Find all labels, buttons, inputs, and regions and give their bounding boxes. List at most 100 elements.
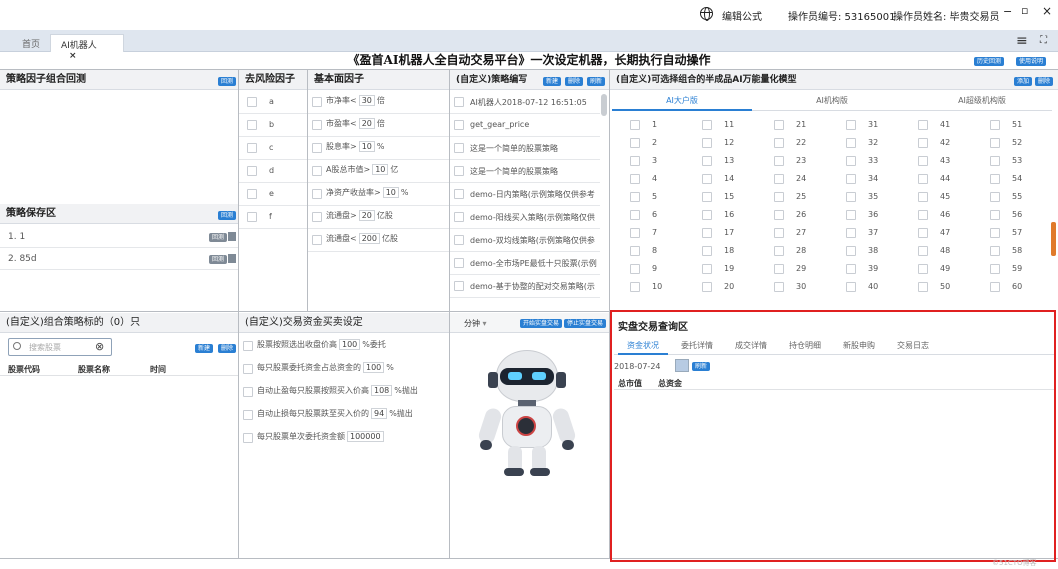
trade-setting-item[interactable]: 每只股票单次委托资金额 100000 — [239, 428, 449, 449]
model-checkbox[interactable] — [630, 282, 640, 292]
fundamental-factor-item[interactable]: A股总市值> 10 亿 — [308, 160, 449, 183]
model-checkbox[interactable] — [774, 192, 784, 202]
checkbox[interactable] — [247, 143, 257, 153]
restore-icon[interactable]: ▫ — [1021, 4, 1028, 17]
model-checkbox[interactable] — [702, 120, 712, 130]
model-checkbox[interactable] — [630, 156, 640, 166]
model-checkbox[interactable] — [774, 264, 784, 274]
risk-factor-item[interactable]: f — [239, 206, 307, 229]
model-checkbox[interactable] — [846, 156, 856, 166]
model-checkbox[interactable] — [918, 192, 928, 202]
model-checkbox[interactable] — [918, 174, 928, 184]
checkbox[interactable] — [312, 212, 322, 222]
calendar-icon[interactable] — [675, 359, 689, 372]
model-checkbox[interactable] — [990, 246, 1000, 256]
fundamental-factor-item[interactable]: 净资产收益率> 10% — [308, 183, 449, 206]
model-checkbox[interactable] — [702, 282, 712, 292]
checkbox[interactable] — [454, 143, 464, 153]
checkbox[interactable] — [312, 189, 322, 199]
strategy-item[interactable]: demo-基于协整的配对交易策略(示 — [450, 275, 600, 298]
tab-ai-robot[interactable]: AI机器人 × — [50, 34, 124, 61]
trade-value-input[interactable]: 100000 — [347, 431, 384, 442]
edit-formula-link[interactable]: 编辑公式 — [722, 8, 762, 23]
checkbox[interactable] — [312, 97, 322, 107]
model-checkbox[interactable] — [630, 228, 640, 238]
factor-value-input[interactable]: 10 — [372, 164, 389, 175]
fullscreen-icon[interactable]: ⛶ — [1040, 35, 1047, 46]
model-checkbox[interactable] — [846, 192, 856, 202]
strategy-item[interactable]: demo-双均线策略(示例策略仅供参 — [450, 229, 600, 252]
interval-select[interactable]: 分钟 ▾ — [464, 318, 487, 329]
model-checkbox[interactable] — [918, 120, 928, 130]
model-checkbox[interactable] — [990, 228, 1000, 238]
refresh-strategy-button[interactable]: 刷新 — [587, 76, 606, 86]
model-checkbox[interactable] — [846, 246, 856, 256]
delete-target-button[interactable]: 删除 — [218, 343, 237, 353]
factor-value-input[interactable]: 10 — [358, 141, 375, 152]
factor-value-input[interactable]: 10 — [382, 187, 399, 198]
model-checkbox[interactable] — [774, 210, 784, 220]
model-checkbox[interactable] — [702, 246, 712, 256]
fundamental-factor-item[interactable]: 流通盘> 20 亿股 — [308, 206, 449, 229]
strategy-item[interactable]: 这是一个简单的股票策略 — [450, 160, 600, 183]
list-item[interactable]: 2. 85d 回测 — [0, 248, 238, 270]
model-checkbox[interactable] — [630, 246, 640, 256]
model-checkbox[interactable] — [630, 174, 640, 184]
menu-icon[interactable]: ≡ — [1016, 33, 1028, 49]
checkbox[interactable] — [247, 120, 257, 130]
model-checkbox[interactable] — [630, 264, 640, 274]
checkbox[interactable] — [247, 97, 257, 107]
model-checkbox[interactable] — [702, 192, 712, 202]
model-checkbox[interactable] — [774, 174, 784, 184]
fundamental-factor-item[interactable]: 股息率> 10% — [308, 137, 449, 160]
history-backtest-button[interactable]: 历史回测 — [974, 56, 1005, 66]
delete-model-button[interactable]: 删除 — [1035, 76, 1054, 86]
checkbox[interactable] — [454, 97, 464, 107]
checkbox[interactable] — [454, 189, 464, 199]
model-checkbox[interactable] — [846, 264, 856, 274]
checkbox[interactable] — [454, 235, 464, 245]
checkbox[interactable] — [312, 235, 322, 245]
model-checkbox[interactable] — [702, 156, 712, 166]
model-checkbox[interactable] — [702, 264, 712, 274]
model-checkbox[interactable] — [846, 282, 856, 292]
risk-factor-item[interactable]: a — [239, 91, 307, 114]
model-checkbox[interactable] — [774, 246, 784, 256]
fundamental-factor-item[interactable]: 流通盘< 200 亿股 — [308, 229, 449, 252]
checkbox[interactable] — [243, 387, 253, 397]
scrollbar[interactable] — [601, 94, 607, 116]
query-tab[interactable]: 交易日志 — [888, 340, 938, 355]
model-checkbox[interactable] — [990, 174, 1000, 184]
model-checkbox[interactable] — [990, 210, 1000, 220]
model-checkbox[interactable] — [702, 228, 712, 238]
start-trading-button[interactable]: 开始实盘交易 — [520, 318, 563, 328]
ai-model-tab[interactable]: AI大户版 — [612, 95, 752, 111]
model-checkbox[interactable] — [846, 174, 856, 184]
trade-value-input[interactable]: 100 — [363, 362, 385, 373]
query-refresh-button[interactable]: 刷新 — [692, 361, 711, 371]
minimize-icon[interactable]: − — [1003, 5, 1012, 18]
save-item-backtest-button[interactable]: 回测 — [209, 254, 228, 264]
delete-strategy-button[interactable]: 删除 — [565, 76, 584, 86]
trash-icon[interactable] — [228, 232, 236, 241]
strategy-item[interactable]: demo-日内策略(示例策略仅供参考 — [450, 183, 600, 206]
strategy-item[interactable]: demo-阳线买入策略(示例策略仅供 — [450, 206, 600, 229]
checkbox[interactable] — [243, 364, 253, 374]
model-checkbox[interactable] — [846, 138, 856, 148]
checkbox[interactable] — [312, 120, 322, 130]
model-checkbox[interactable] — [630, 192, 640, 202]
fundamental-factor-item[interactable]: 市净率< 30 倍 — [308, 91, 449, 114]
model-checkbox[interactable] — [630, 210, 640, 220]
checkbox[interactable] — [454, 212, 464, 222]
query-tab[interactable]: 新股申购 — [834, 340, 884, 355]
help-button[interactable]: 使用说明 — [1016, 56, 1047, 66]
checkbox[interactable] — [243, 341, 253, 351]
model-checkbox[interactable] — [990, 120, 1000, 130]
tab-home[interactable]: 首页 — [12, 34, 50, 52]
new-target-button[interactable]: 新建 — [195, 343, 214, 353]
model-checkbox[interactable] — [774, 120, 784, 130]
model-checkbox[interactable] — [918, 156, 928, 166]
strategy-item[interactable]: AI机器人2018-07-12 16:51:05 — [450, 91, 600, 114]
model-checkbox[interactable] — [918, 264, 928, 274]
strategy-item[interactable]: get_gear_price — [450, 114, 600, 137]
